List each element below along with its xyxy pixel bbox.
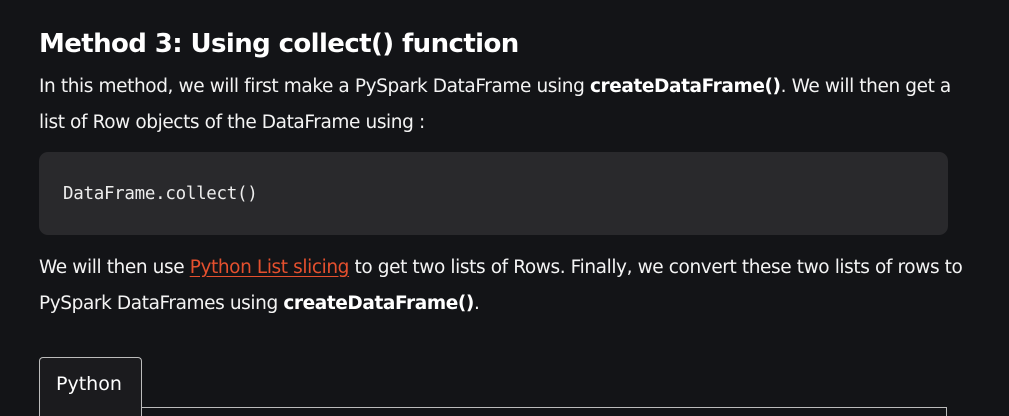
intro-paragraph: In this method, we will first make a PyS… bbox=[39, 69, 969, 141]
slicing-text: We will then use bbox=[39, 257, 190, 278]
article-content: Method 3: Using collect() function In th… bbox=[0, 0, 1009, 416]
slicing-text-end: . bbox=[474, 293, 480, 314]
code-panel-right-border bbox=[946, 407, 947, 416]
code-panel-top-border bbox=[142, 407, 947, 408]
intro-text: In this method, we will first make a PyS… bbox=[39, 76, 590, 97]
create-dataframe-bold: createDataFrame() bbox=[589, 76, 781, 97]
tab-python-label: Python bbox=[56, 373, 122, 395]
section-heading: Method 3: Using collect() function bbox=[39, 29, 519, 59]
code-text: DataFrame.collect() bbox=[63, 184, 258, 204]
code-block: DataFrame.collect() bbox=[39, 152, 948, 235]
slicing-paragraph: We will then use Python List slicing to … bbox=[39, 250, 969, 322]
create-dataframe-bold-2: createDataFrame() bbox=[283, 293, 474, 314]
tab-python[interactable]: Python bbox=[39, 357, 142, 416]
python-list-slicing-link[interactable]: Python List slicing bbox=[190, 257, 350, 278]
